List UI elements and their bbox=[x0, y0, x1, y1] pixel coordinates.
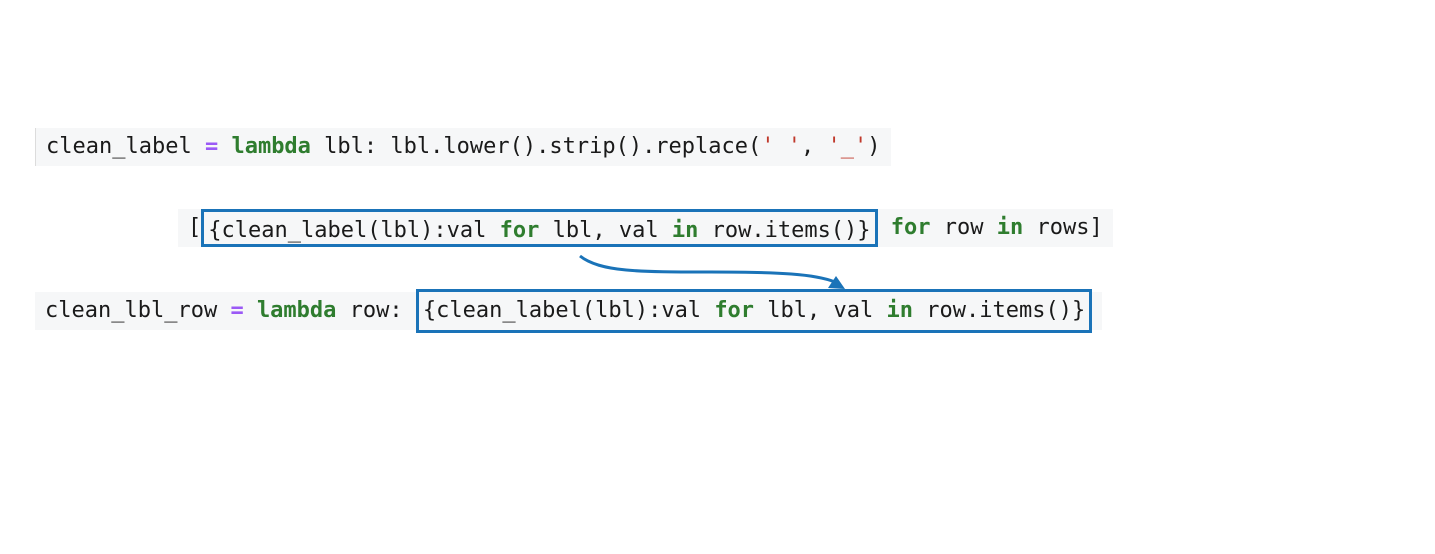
in-keyword: in bbox=[996, 215, 1024, 240]
lambda-keyword: lambda bbox=[231, 134, 311, 159]
string-literal: ' ' bbox=[761, 134, 802, 159]
code-text: {clean_label(lbl):val bbox=[422, 298, 715, 323]
arrow-head bbox=[828, 276, 845, 289]
string-literal: '_' bbox=[827, 134, 868, 159]
move-arrow bbox=[579, 254, 845, 289]
code-text: , bbox=[801, 134, 828, 159]
code-text: clean_lbl_row bbox=[45, 298, 231, 323]
highlight-box-target: {clean_label(lbl):val for lbl, val in ro… bbox=[415, 289, 1093, 333]
code-text: row.items()} bbox=[913, 298, 1086, 323]
assign-operator: = bbox=[230, 298, 244, 323]
code-text: row bbox=[930, 215, 997, 240]
lambda-keyword: lambda bbox=[256, 298, 337, 323]
code-text: rows] bbox=[1023, 215, 1103, 240]
for-keyword: for bbox=[714, 298, 755, 323]
for-keyword: for bbox=[890, 215, 931, 240]
code-text: ) bbox=[867, 134, 881, 159]
in-keyword: in bbox=[671, 218, 699, 243]
highlight-box-source: {clean_label(lbl):val for lbl, val in ro… bbox=[201, 209, 878, 247]
code-text: row.items()} bbox=[698, 218, 871, 243]
code-text: row: bbox=[336, 298, 416, 323]
assign-operator: = bbox=[204, 134, 219, 159]
code-text: lbl: lbl.lower().strip().replace( bbox=[310, 134, 762, 159]
code-line-clean-label: clean_label = lambda lbl: lbl.lower().st… bbox=[35, 128, 891, 166]
code-line-clean-lbl-row: clean_lbl_row = lambda row: {clean_label… bbox=[35, 289, 1103, 333]
in-keyword: in bbox=[886, 298, 914, 323]
code-text: clean_label bbox=[46, 134, 205, 159]
code-line-list-comprehension: [{clean_label(lbl):val for lbl, val in r… bbox=[178, 209, 1113, 247]
code-text: lbl, val bbox=[754, 298, 887, 323]
arrow-curve bbox=[579, 254, 836, 284]
code-text: {clean_label(lbl):val bbox=[208, 218, 500, 243]
for-keyword: for bbox=[499, 218, 540, 243]
code-text: [ bbox=[188, 215, 202, 240]
code-text: lbl, val bbox=[539, 218, 672, 243]
